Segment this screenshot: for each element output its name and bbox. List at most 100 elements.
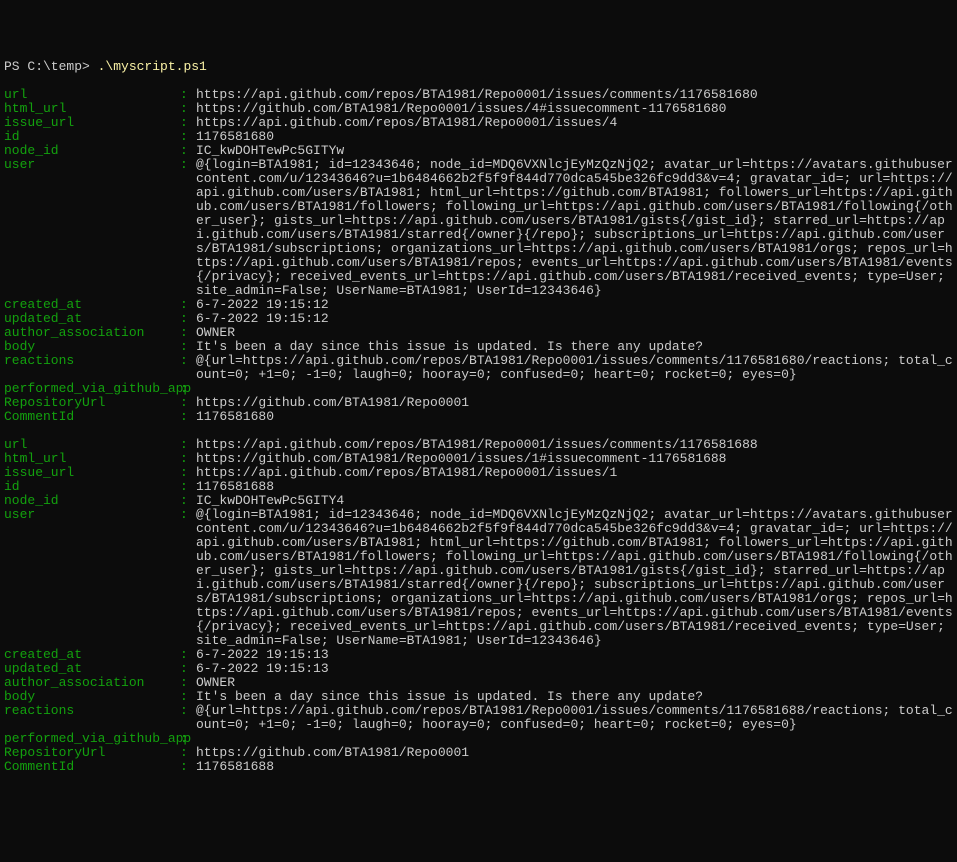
separator: : — [180, 648, 196, 662]
property-key: id — [4, 480, 180, 494]
output-row: RepositoryUrl: https://github.com/BTA198… — [4, 396, 953, 410]
property-key: CommentId — [4, 410, 180, 424]
property-key: created_at — [4, 298, 180, 312]
output-row: user: @{login=BTA1981; id=12343646; node… — [4, 508, 953, 648]
output-row: created_at: 6-7-2022 19:15:13 — [4, 648, 953, 662]
property-value: https://api.github.com/repos/BTA1981/Rep… — [196, 438, 953, 452]
separator: : — [180, 452, 196, 466]
property-value: @{url=https://api.github.com/repos/BTA19… — [196, 354, 953, 382]
property-key: issue_url — [4, 116, 180, 130]
property-key: html_url — [4, 452, 180, 466]
output-row: user: @{login=BTA1981; id=12343646; node… — [4, 158, 953, 298]
output-row: CommentId: 1176581688 — [4, 760, 953, 774]
property-key: node_id — [4, 494, 180, 508]
output-row: author_association: OWNER — [4, 326, 953, 340]
property-value — [196, 382, 953, 396]
separator: : — [180, 326, 196, 340]
output-row: url: https://api.github.com/repos/BTA198… — [4, 88, 953, 102]
property-value: 1176581680 — [196, 130, 953, 144]
property-key: CommentId — [4, 760, 180, 774]
separator: : — [180, 704, 196, 732]
terminal-output[interactable]: PS C:\temp> .\myscript.ps1 url: https://a… — [4, 60, 953, 788]
property-value — [196, 732, 953, 746]
property-value: 1176581688 — [196, 760, 953, 774]
separator: : — [180, 746, 196, 760]
property-value: 1176581688 — [196, 480, 953, 494]
property-value: 6-7-2022 19:15:12 — [196, 312, 953, 326]
blank-line — [4, 74, 953, 88]
output-row: created_at: 6-7-2022 19:15:12 — [4, 298, 953, 312]
separator: : — [180, 494, 196, 508]
separator: : — [180, 690, 196, 704]
property-key: author_association — [4, 326, 180, 340]
output-row: performed_via_github_app: — [4, 732, 953, 746]
separator: : — [180, 88, 196, 102]
output-row: CommentId: 1176581680 — [4, 410, 953, 424]
property-key: user — [4, 158, 180, 298]
property-key: node_id — [4, 144, 180, 158]
output-row: RepositoryUrl: https://github.com/BTA198… — [4, 746, 953, 760]
output-row: reactions: @{url=https://api.github.com/… — [4, 704, 953, 732]
property-key: performed_via_github_app — [4, 732, 180, 746]
property-value: https://api.github.com/repos/BTA1981/Rep… — [196, 466, 953, 480]
separator: : — [180, 396, 196, 410]
property-value: It's been a day since this issue is upda… — [196, 690, 953, 704]
separator: : — [180, 466, 196, 480]
property-key: html_url — [4, 102, 180, 116]
property-key: body — [4, 690, 180, 704]
separator: : — [180, 480, 196, 494]
property-value: 6-7-2022 19:15:13 — [196, 648, 953, 662]
property-value: IC_kwDOHTewPc5GITYw — [196, 144, 953, 158]
property-key: performed_via_github_app — [4, 382, 180, 396]
property-value: https://api.github.com/repos/BTA1981/Rep… — [196, 116, 953, 130]
property-value: https://api.github.com/repos/BTA1981/Rep… — [196, 88, 953, 102]
property-key: user — [4, 508, 180, 648]
output-row: reactions: @{url=https://api.github.com/… — [4, 354, 953, 382]
separator: : — [180, 158, 196, 298]
output-row: id: 1176581688 — [4, 480, 953, 494]
property-value: It's been a day since this issue is upda… — [196, 340, 953, 354]
property-key: url — [4, 88, 180, 102]
separator: : — [180, 354, 196, 382]
blank-line — [4, 774, 953, 788]
separator: : — [180, 312, 196, 326]
separator: : — [180, 760, 196, 774]
prompt-line: PS C:\temp> .\myscript.ps1 — [4, 60, 953, 74]
output-row: issue_url: https://api.github.com/repos/… — [4, 116, 953, 130]
property-key: reactions — [4, 704, 180, 732]
output-row: updated_at: 6-7-2022 19:15:12 — [4, 312, 953, 326]
output-row: html_url: https://github.com/BTA1981/Rep… — [4, 102, 953, 116]
output-row: body: It's been a day since this issue i… — [4, 340, 953, 354]
separator: : — [180, 130, 196, 144]
property-value: 6-7-2022 19:15:13 — [196, 662, 953, 676]
output-row: html_url: https://github.com/BTA1981/Rep… — [4, 452, 953, 466]
property-value: https://github.com/BTA1981/Repo0001/issu… — [196, 102, 953, 116]
separator: : — [180, 144, 196, 158]
property-value: @{url=https://api.github.com/repos/BTA19… — [196, 704, 953, 732]
separator: : — [180, 116, 196, 130]
property-value: https://github.com/BTA1981/Repo0001 — [196, 396, 953, 410]
property-value: IC_kwDOHTewPc5GITY4 — [196, 494, 953, 508]
property-key: id — [4, 130, 180, 144]
property-key: RepositoryUrl — [4, 746, 180, 760]
property-key: author_association — [4, 676, 180, 690]
property-value: OWNER — [196, 326, 953, 340]
output-row: node_id: IC_kwDOHTewPc5GITYw — [4, 144, 953, 158]
property-key: updated_at — [4, 312, 180, 326]
property-key: RepositoryUrl — [4, 396, 180, 410]
property-value: @{login=BTA1981; id=12343646; node_id=MD… — [196, 508, 953, 648]
property-key: url — [4, 438, 180, 452]
output-row: id: 1176581680 — [4, 130, 953, 144]
property-value: 1176581680 — [196, 410, 953, 424]
property-key: created_at — [4, 648, 180, 662]
separator: : — [180, 662, 196, 676]
separator: : — [180, 676, 196, 690]
output-row: url: https://api.github.com/repos/BTA198… — [4, 438, 953, 452]
separator: : — [180, 732, 196, 746]
property-key: body — [4, 340, 180, 354]
property-key: updated_at — [4, 662, 180, 676]
command-text: .\myscript.ps1 — [98, 60, 207, 74]
separator: : — [180, 438, 196, 452]
separator: : — [180, 102, 196, 116]
property-value: https://github.com/BTA1981/Repo0001/issu… — [196, 452, 953, 466]
